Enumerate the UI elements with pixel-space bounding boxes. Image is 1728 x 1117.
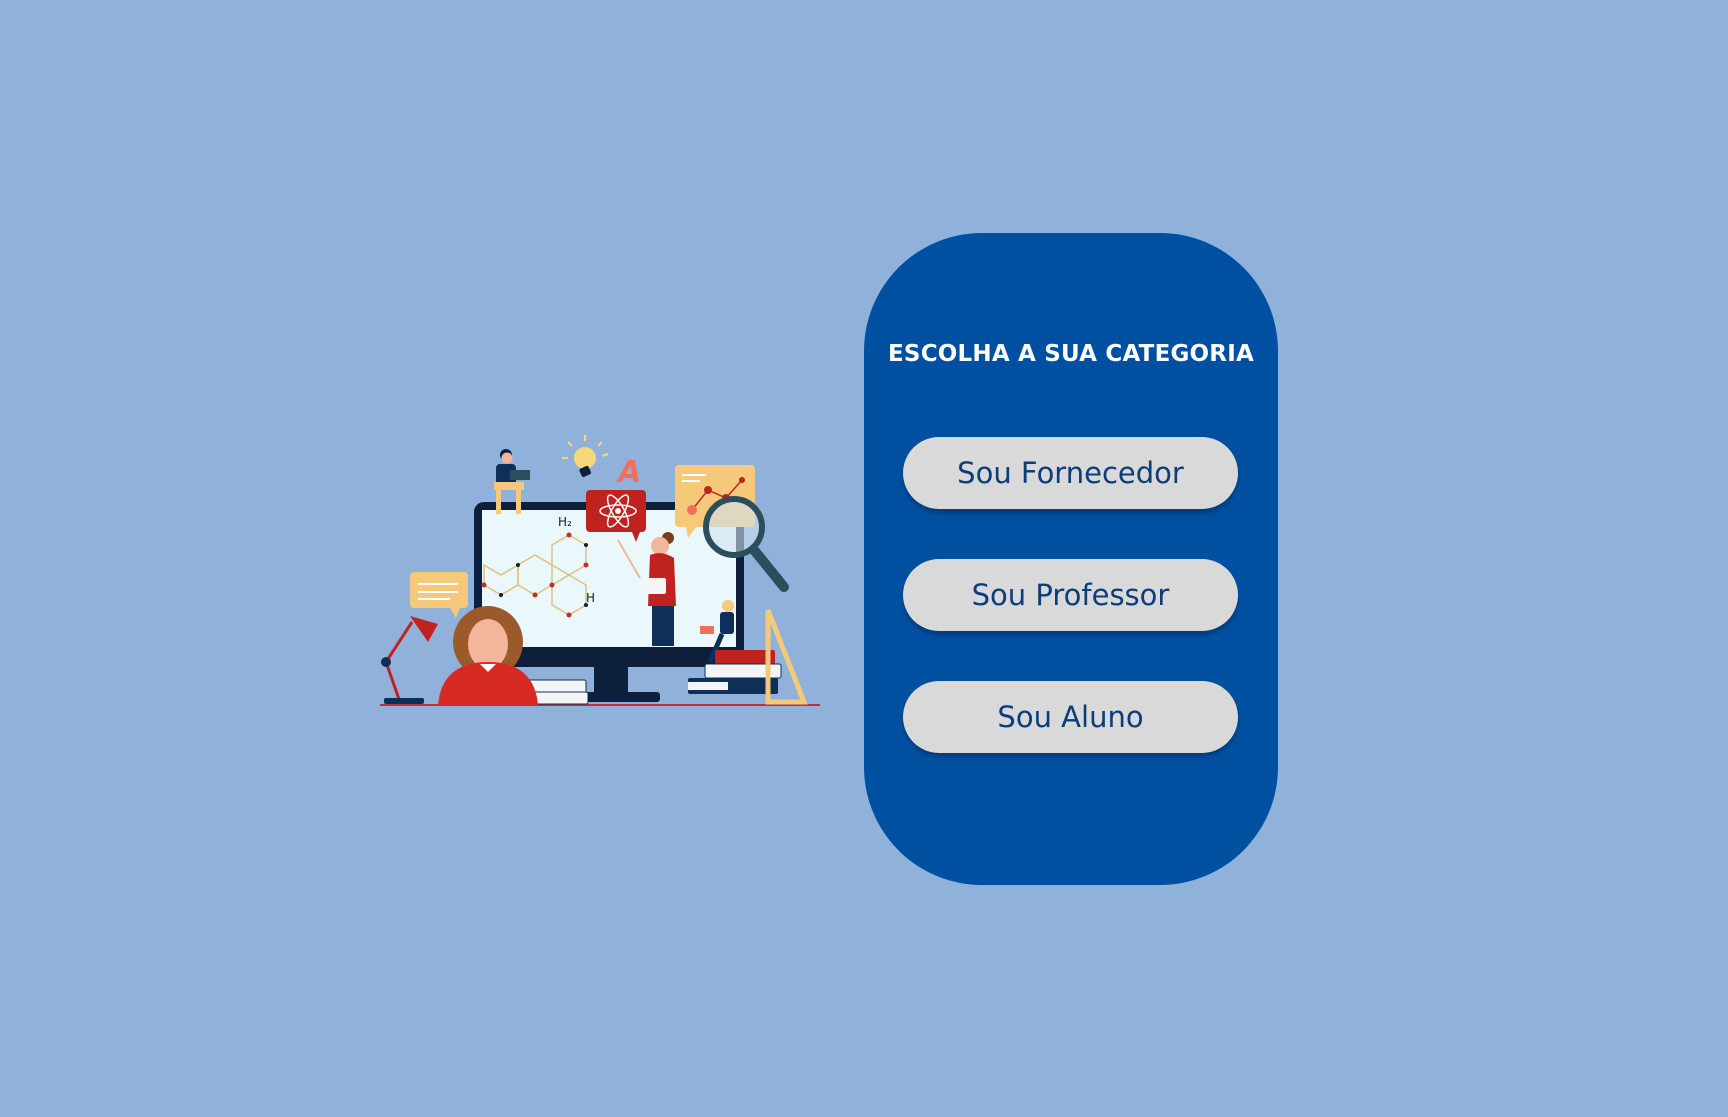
h2-label: H₂ (558, 515, 572, 529)
education-illustration-svg: H₂ H A (380, 435, 820, 706)
lightbulb-icon (562, 435, 609, 477)
supplier-button[interactable]: Sou Fornecedor (903, 437, 1238, 509)
chat-bubble (410, 572, 468, 618)
teacher-button[interactable]: Sou Professor (903, 559, 1238, 631)
letter-a-icon: A (616, 455, 641, 490)
student-button[interactable]: Sou Aluno (903, 681, 1238, 753)
category-panel: ESCOLHA A SUA CATEGORIA Sou Fornecedor S… (864, 233, 1278, 885)
education-illustration: H₂ H A (370, 430, 830, 715)
desk-lamp-icon (381, 616, 438, 704)
h-label: H (586, 591, 595, 605)
panel-title: ESCOLHA A SUA CATEGORIA (888, 341, 1254, 367)
